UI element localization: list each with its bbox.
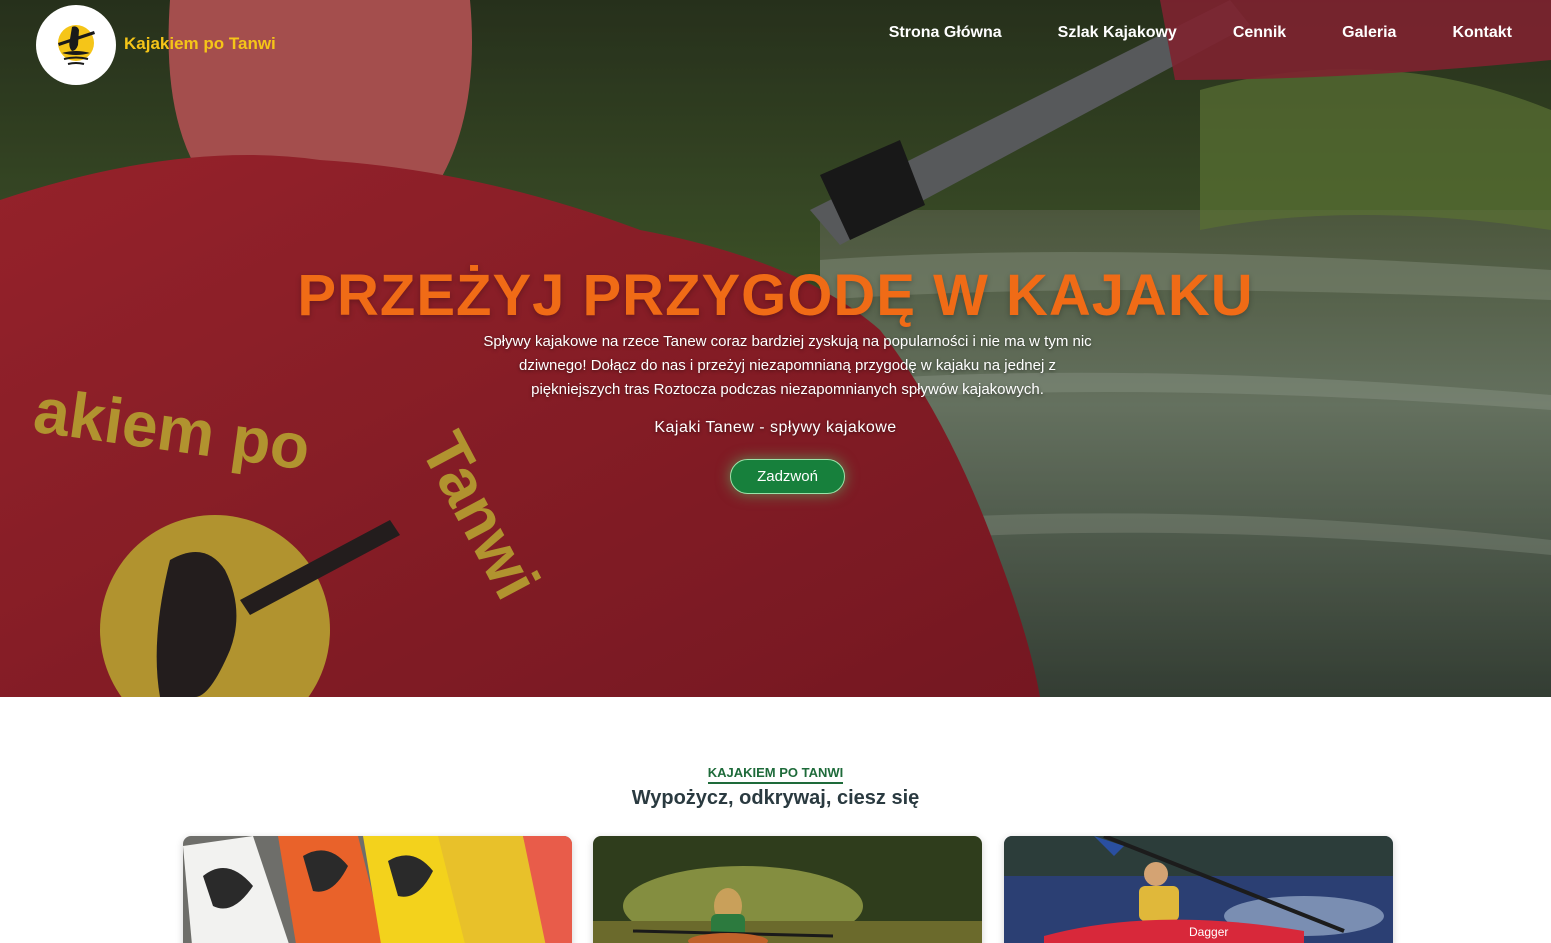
card-kayaks-photo[interactable] [183, 836, 572, 943]
nav-item-trail[interactable]: Szlak Kajakowy [1002, 24, 1177, 42]
section-eyebrow: KAJAKIEM PO TANWI [0, 764, 1551, 784]
card-whitewater-photo[interactable]: Dagger [1004, 836, 1393, 943]
svg-text:Dagger: Dagger [1189, 925, 1228, 939]
whitewater-photo: Dagger [1004, 836, 1393, 943]
kayaks-photo [183, 836, 572, 943]
hero-title: PRZEŻYJ PRZYGODĘ W KAJAKU [297, 263, 1254, 328]
call-button[interactable]: Zadzwoń [730, 459, 845, 494]
nav-item-pricing[interactable]: Cennik [1177, 24, 1286, 42]
section-title: Wypożycz, odkrywaj, ciesz się [631, 787, 920, 809]
hero-description: Spływy kajakowe na rzece Tanew coraz bar… [483, 333, 1092, 398]
section-eyebrow-label: KAJAKIEM PO TANWI [707, 765, 844, 784]
nav-item-home[interactable]: Strona Główna [833, 24, 1002, 42]
hero-subtitle: Kajaki Tanew - spływy kajakowe [654, 419, 897, 436]
nav-item-contact[interactable]: Kontakt [1396, 24, 1512, 42]
hero-section: akiem po Tanwi Kajakiem po Tanwi Strona … [0, 0, 1551, 697]
river-photo [593, 836, 982, 943]
brand-logo[interactable] [36, 5, 116, 85]
kayaker-sun-logo-icon [58, 25, 95, 65]
card-river-photo[interactable] [593, 836, 982, 943]
main-nav: Strona Główna Szlak Kajakowy Cennik Gale… [833, 24, 1512, 42]
brand-name[interactable]: Kajakiem po Tanwi [124, 34, 276, 54]
nav-item-gallery[interactable]: Galeria [1286, 24, 1396, 42]
